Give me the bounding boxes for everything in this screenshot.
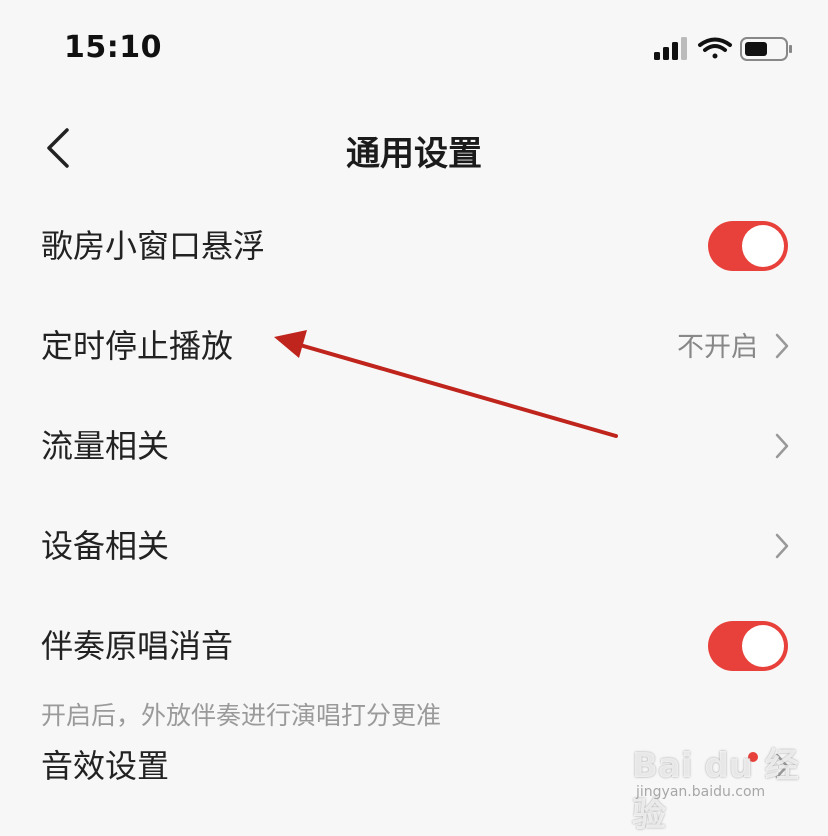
status-time: 15:10 bbox=[64, 30, 162, 65]
setting-label: 歌房小窗口悬浮 bbox=[41, 227, 266, 265]
toggle-knob bbox=[742, 625, 784, 667]
status-icons bbox=[654, 36, 794, 66]
status-bar: 15:10 bbox=[0, 0, 828, 96]
setting-label: 定时停止播放 bbox=[41, 327, 234, 365]
chevron-right-icon bbox=[775, 333, 789, 359]
wifi-icon bbox=[698, 37, 732, 59]
vocal-removal-toggle[interactable] bbox=[708, 621, 788, 671]
setting-device[interactable]: 设备相关 bbox=[0, 496, 828, 596]
setting-timed-stop[interactable]: 定时停止播放 不开启 bbox=[0, 296, 828, 396]
setting-value: 不开启 bbox=[677, 332, 758, 363]
page-title: 通用设置 bbox=[346, 134, 482, 174]
setting-label: 伴奏原唱消音 bbox=[41, 627, 234, 665]
baidu-watermark: Bai du 经验 jingyan.baidu.com bbox=[632, 738, 800, 835]
chevron-right-icon bbox=[775, 433, 789, 459]
setting-data-usage[interactable]: 流量相关 bbox=[0, 396, 828, 496]
setting-vocal-removal[interactable]: 伴奏原唱消音 bbox=[0, 596, 828, 696]
signal-icon bbox=[654, 37, 687, 60]
nav-bar: 通用设置 bbox=[0, 108, 828, 188]
toggle-knob bbox=[742, 225, 784, 267]
floating-window-toggle[interactable] bbox=[708, 221, 788, 271]
setting-label: 流量相关 bbox=[41, 427, 170, 465]
setting-label: 音效设置 bbox=[41, 747, 170, 785]
watermark-url: jingyan.baidu.com bbox=[636, 784, 766, 800]
setting-floating-window[interactable]: 歌房小窗口悬浮 bbox=[0, 196, 828, 296]
battery-icon bbox=[740, 37, 792, 61]
setting-label: 设备相关 bbox=[41, 527, 170, 565]
chevron-right-icon bbox=[775, 533, 789, 559]
